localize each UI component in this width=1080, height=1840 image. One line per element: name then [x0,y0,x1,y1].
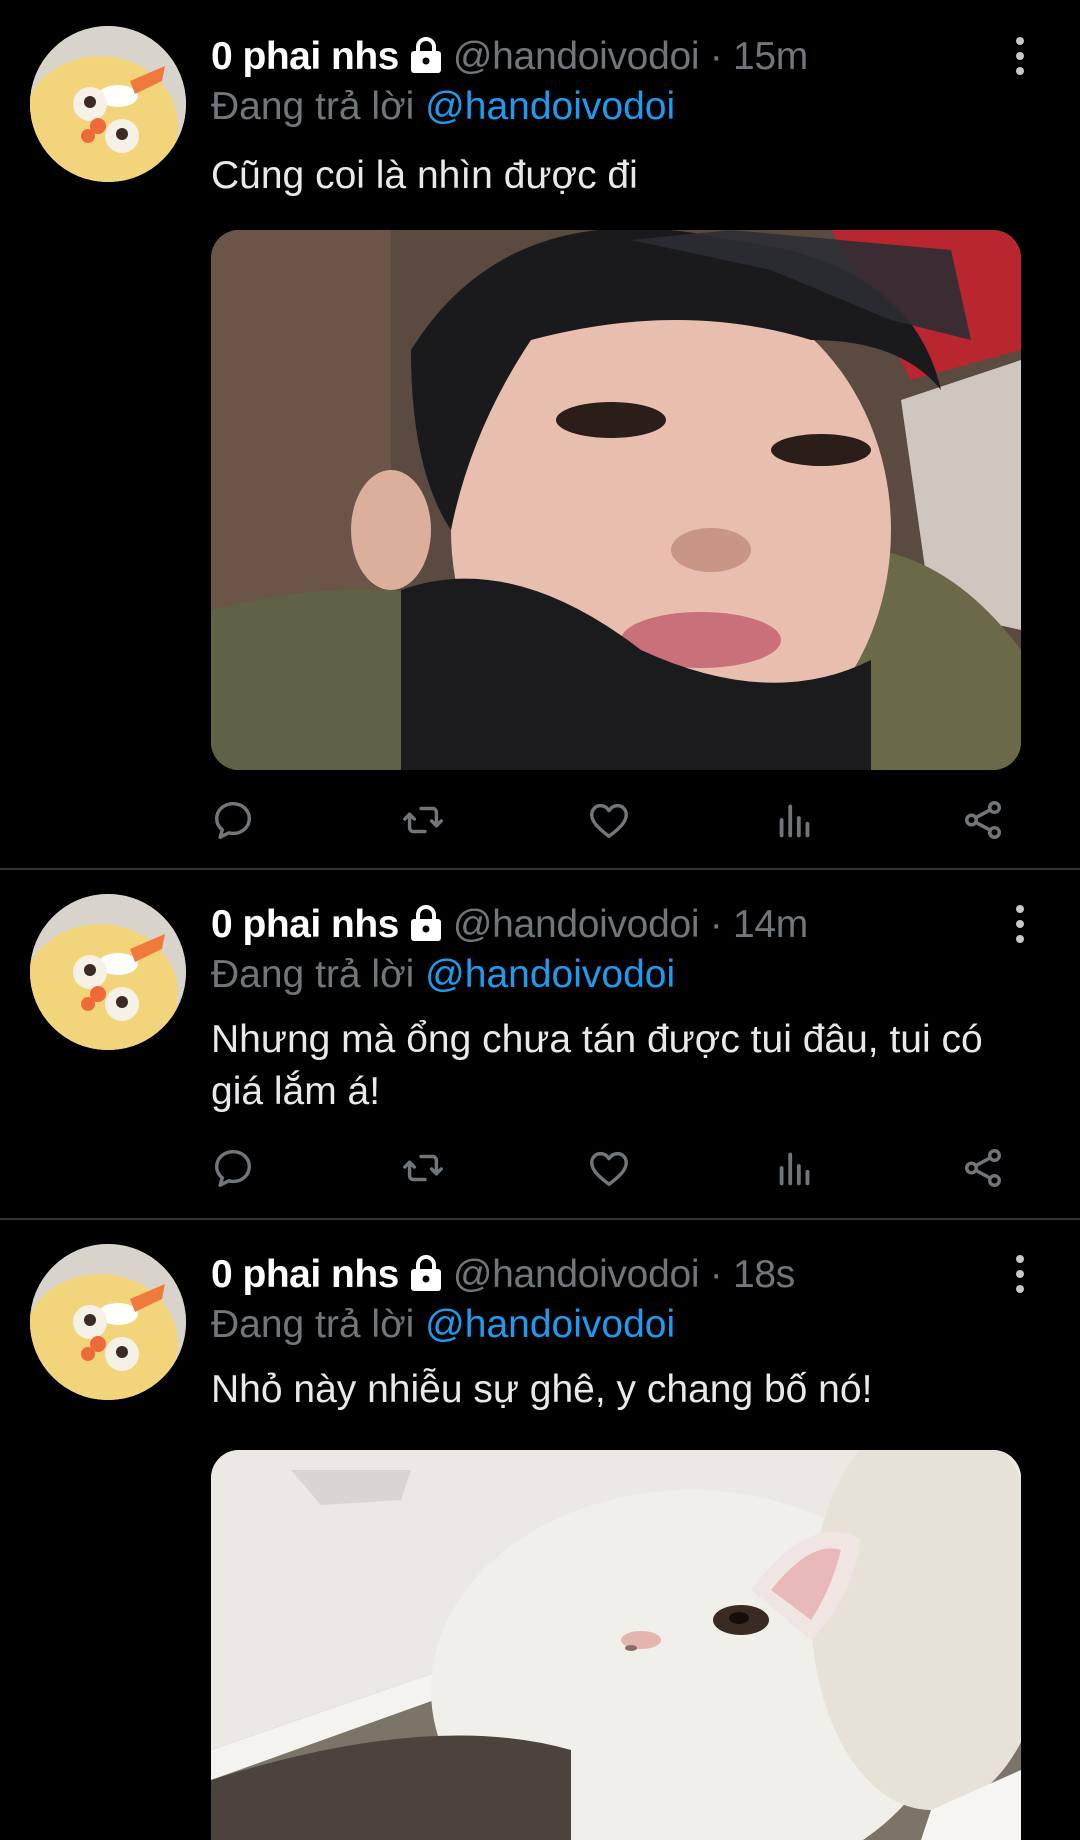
display-name[interactable]: 0 phai nhs [211,1253,399,1296]
avatar[interactable] [30,1244,186,1400]
tweet-header: 0 phai nhs @handoivodoi · 18s [211,1248,795,1302]
share-button[interactable] [955,1140,1011,1196]
avatar[interactable] [30,26,186,182]
share-icon [964,801,1002,839]
tweet-text: Nhưng mà ổng chưa tán được tui đâu, tui … [211,1018,983,1113]
reply-icon [214,1149,252,1187]
reply-icon [214,801,252,839]
share-icon [964,1149,1002,1187]
handle[interactable]: @handoivodoi [453,35,700,78]
reply-context: Đang trả lời @handoivodoi [211,85,676,128]
tweet-text: Nhỏ này nhiễu sự ghê, y chang bố nó! [211,1368,873,1411]
handle[interactable]: @handoivodoi [453,1253,700,1296]
retweet-button[interactable] [395,1140,451,1196]
timestamp[interactable]: 14m [733,903,808,946]
share-button[interactable] [955,792,1011,848]
reply-context: Đang trả lời @handoivodoi [211,1303,676,1346]
reply-button[interactable] [205,792,261,848]
like-icon [590,1151,628,1187]
like-button[interactable] [581,792,637,848]
reply-context: Đang trả lời @handoivodoi [211,953,676,996]
tweet[interactable]: 0 phai nhs @handoivodoi · 15m Đang trả lờ… [0,0,1080,868]
reply-mention[interactable]: @handoivodoi [425,953,675,996]
lock-icon [407,34,445,88]
timeline-feed: 0 phai nhs @handoivodoi · 15m Đang trả lờ… [0,0,1080,1840]
lock-icon [407,902,445,956]
more-icon[interactable] [1010,36,1030,76]
views-icon [779,804,810,838]
retweet-button[interactable] [395,792,451,848]
avatar[interactable] [30,894,186,1050]
views-icon [779,1152,810,1186]
like-icon [590,803,628,839]
tweet[interactable]: 0 phai nhs @handoivodoi · 18s Đang trả lờ… [0,1220,1080,1840]
reply-mention[interactable]: @handoivodoi [425,1303,675,1346]
timestamp[interactable]: 15m [733,35,808,78]
tweet-header: 0 phai nhs @handoivodoi · 14m [211,898,808,952]
views-button[interactable] [767,1140,823,1196]
timestamp[interactable]: 18s [733,1253,795,1296]
tweet-text: Cũng coi là nhìn được đi [211,154,638,197]
reply-button[interactable] [205,1140,261,1196]
lock-icon [407,1252,445,1306]
separator: · [709,903,723,946]
display-name[interactable]: 0 phai nhs [211,35,399,78]
tweet[interactable]: 0 phai nhs @handoivodoi · 14m Đang trả lờ… [0,870,1080,1218]
separator: · [709,35,723,78]
white-cat-photo[interactable] [211,1450,1021,1840]
views-button[interactable] [767,792,823,848]
more-icon[interactable] [1010,1254,1030,1294]
separator: · [709,1253,723,1296]
action-bar [211,1140,1041,1196]
reply-mention[interactable]: @handoivodoi [425,85,675,128]
like-button[interactable] [581,1140,637,1196]
retweet-icon [403,806,443,834]
tweet-header: 0 phai nhs @handoivodoi · 15m [211,30,808,84]
retweet-icon [403,1154,443,1182]
more-icon[interactable] [1010,904,1030,944]
handle[interactable]: @handoivodoi [453,903,700,946]
action-bar [211,792,1041,848]
selfie-photo[interactable] [211,230,1021,770]
display-name[interactable]: 0 phai nhs [211,903,399,946]
